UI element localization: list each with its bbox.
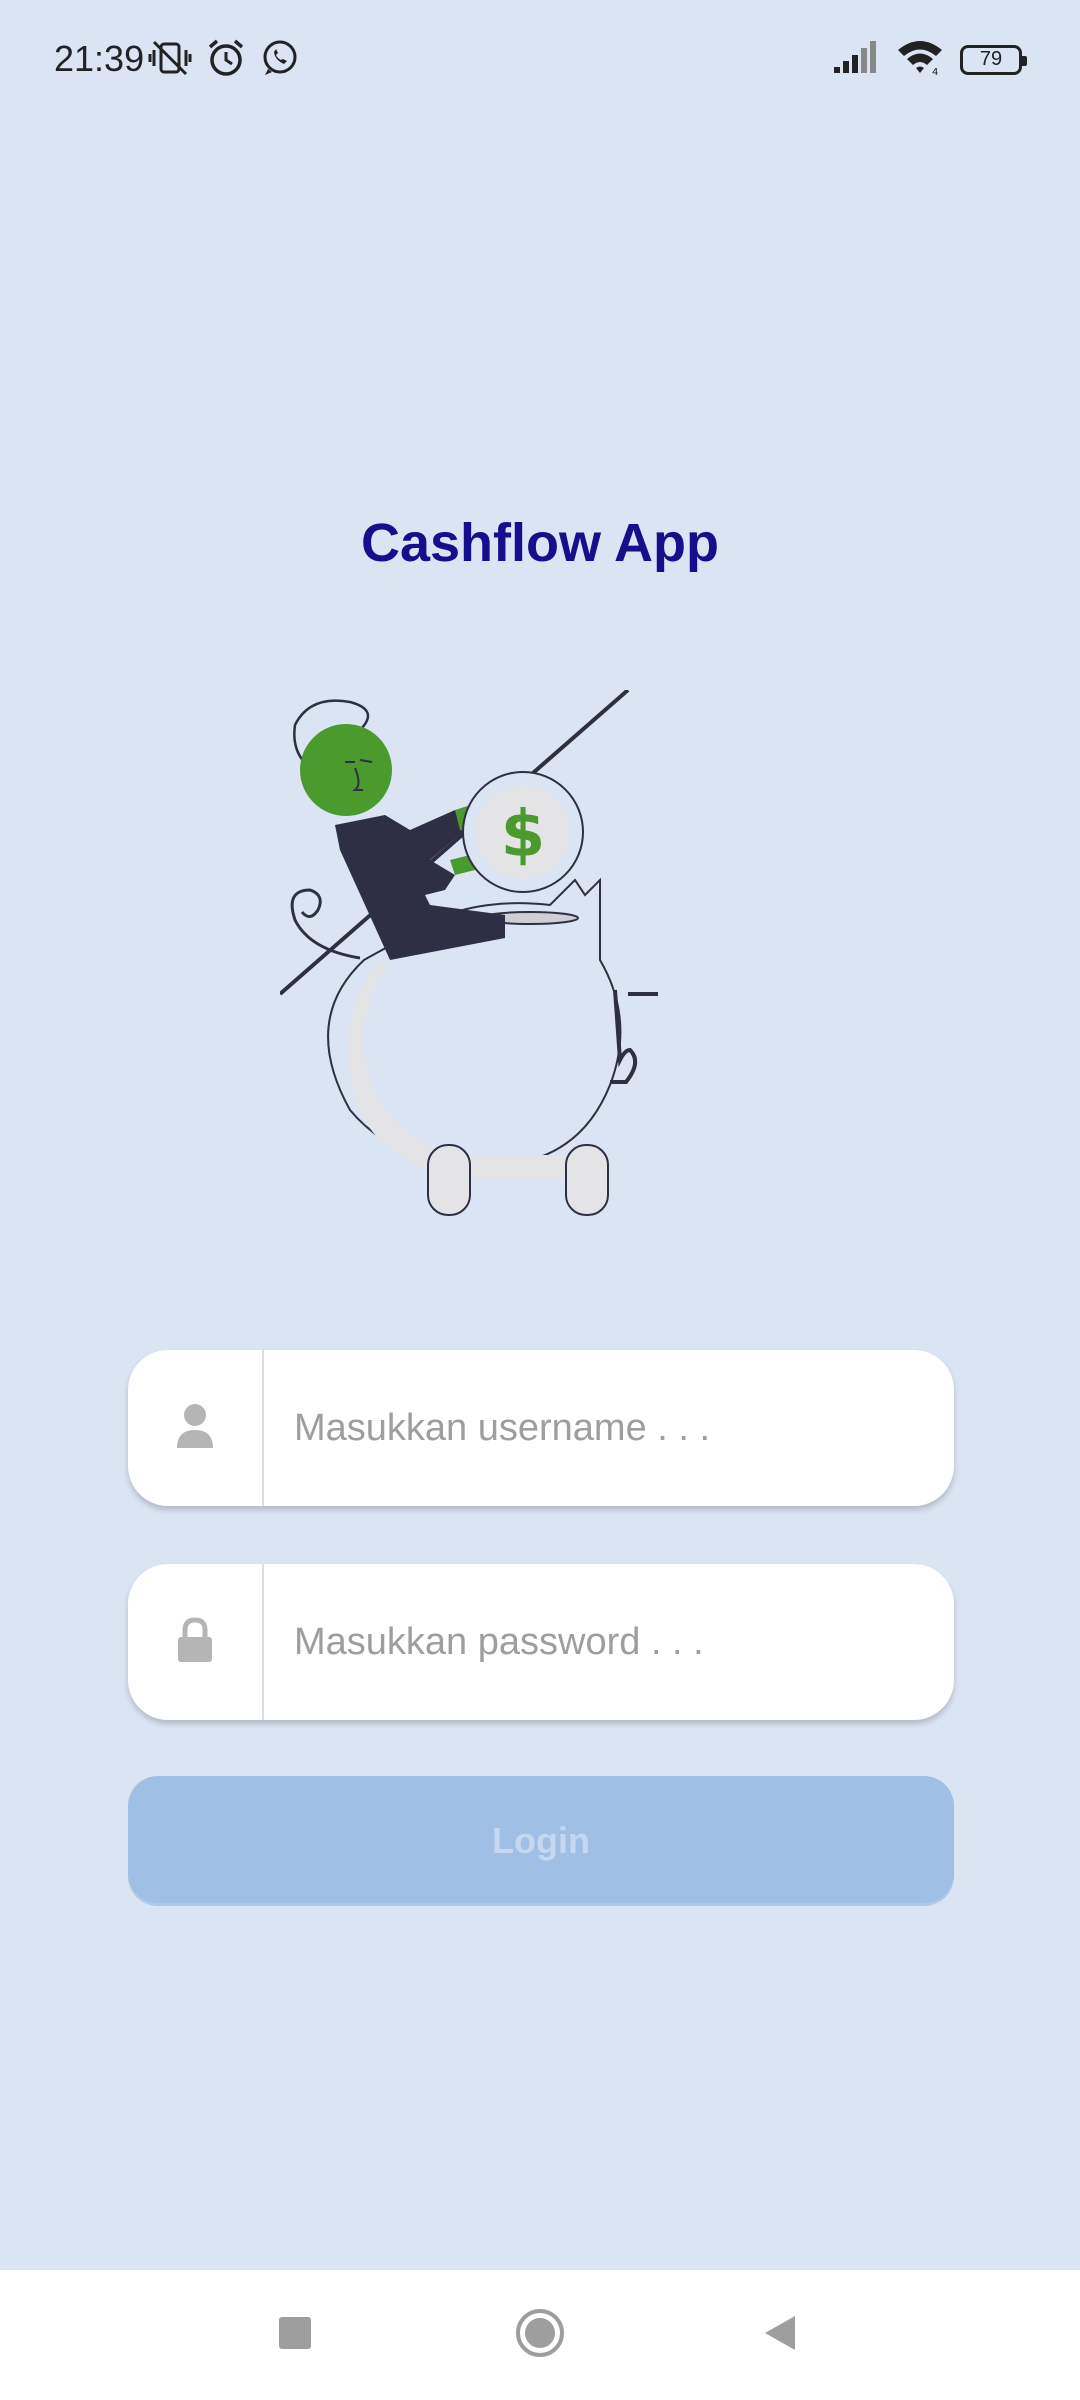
back-button[interactable] (744, 2298, 818, 2372)
status-notification-icons (148, 38, 300, 83)
username-icon-cell (128, 1350, 264, 1506)
password-input[interactable] (292, 1591, 924, 1693)
app-title: Cashflow App (361, 513, 719, 573)
back-icon (761, 2313, 801, 2358)
piggy-bank-illustration: $ (278, 688, 740, 1250)
username-input[interactable] (292, 1377, 924, 1479)
signal-icon (832, 39, 880, 80)
svg-text:4: 4 (932, 67, 938, 76)
password-icon-cell (128, 1564, 264, 1720)
recents-icon (277, 2315, 313, 2356)
login-button[interactable]: Login (128, 1776, 954, 1906)
coin-dollar-symbol: $ (501, 798, 546, 872)
home-icon (514, 2307, 566, 2364)
status-bar: 21:39 4 79 (0, 0, 1080, 120)
alarm-icon (206, 38, 246, 83)
lock-icon (176, 1616, 214, 1668)
whatsapp-icon (260, 38, 300, 83)
navigation-bar (0, 2270, 1080, 2400)
username-input-card[interactable] (128, 1350, 954, 1506)
vibrate-off-icon (148, 38, 192, 83)
user-icon (175, 1402, 215, 1455)
battery-level: 79 (979, 48, 1003, 70)
status-system-icons: 4 79 (832, 38, 1027, 81)
wifi-icon: 4 (896, 38, 944, 81)
battery-icon: 79 (960, 44, 1027, 75)
home-button[interactable] (503, 2298, 577, 2372)
piggy-bank-illustration-svg: $ (278, 688, 658, 1216)
status-time: 21:39 (54, 38, 145, 79)
recents-button[interactable] (258, 2298, 332, 2372)
password-input-card[interactable] (128, 1564, 954, 1720)
